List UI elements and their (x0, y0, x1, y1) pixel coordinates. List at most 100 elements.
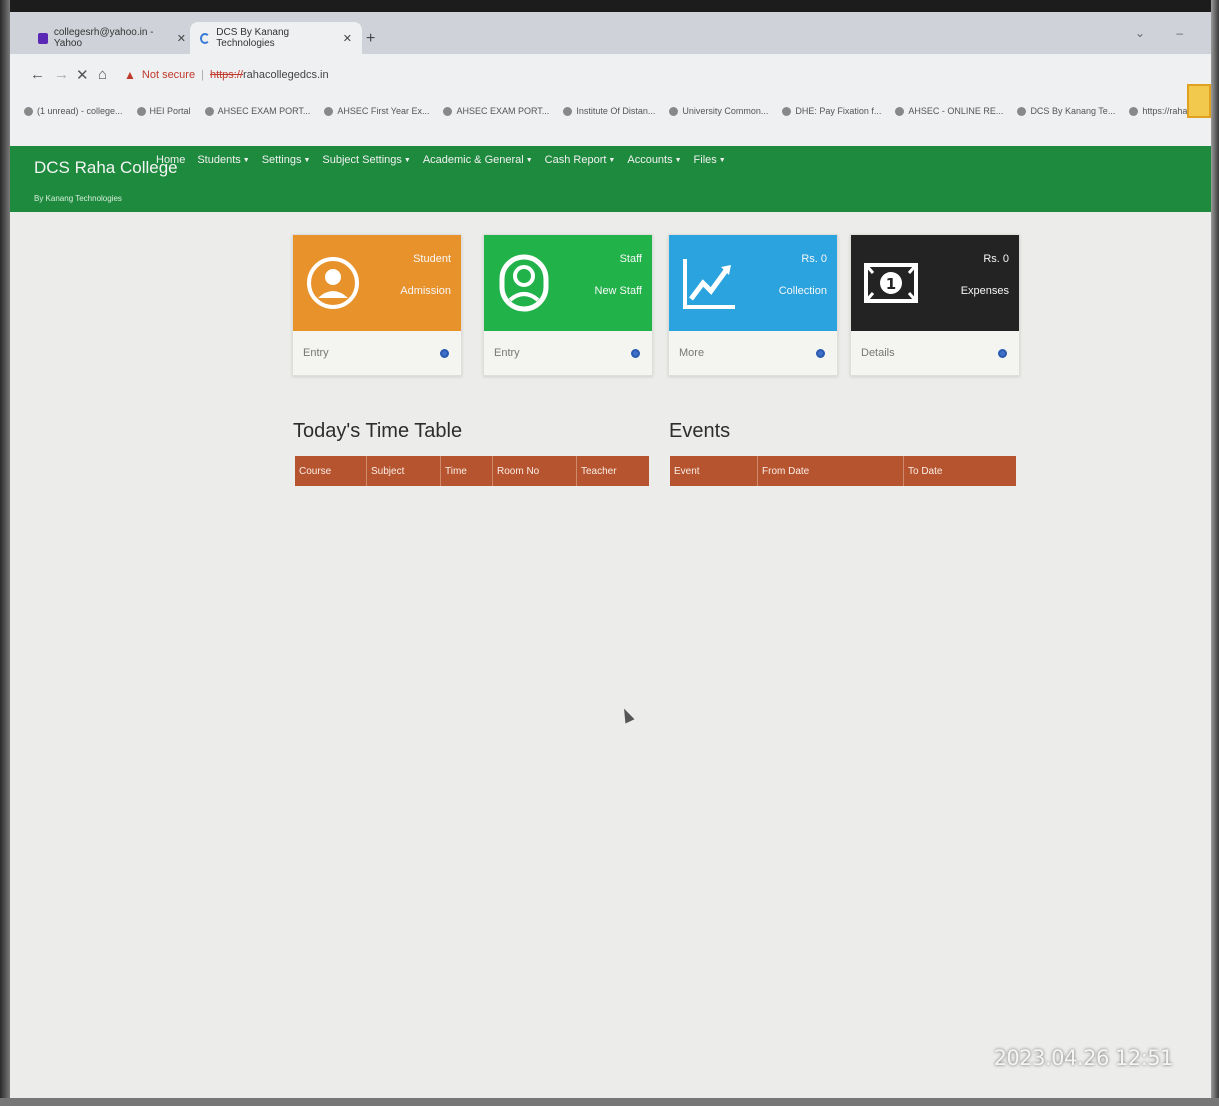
card-subtitle: Expenses (960, 285, 1009, 297)
card-footer-label[interactable]: More (679, 347, 704, 359)
bookmarks-bar: (1 unread) - college... HEI Portal AHSEC E… (10, 94, 1211, 146)
bookmark-item[interactable]: DCS By Kanang Te... (1017, 106, 1115, 116)
bookmark-item[interactable]: AHSEC EXAM PORT... (443, 106, 549, 116)
app-navbar: DCS Raha College By Kanang Technologies … (10, 146, 1211, 212)
card-footer-label[interactable]: Entry (303, 347, 329, 359)
bookmark-label: AHSEC EXAM PORT... (456, 106, 550, 116)
extension-icon[interactable] (1187, 84, 1211, 118)
svg-text:1: 1 (886, 275, 896, 293)
column-header[interactable]: To Date (904, 456, 1016, 486)
chevron-down-icon: ▼ (718, 156, 726, 164)
menu-item-accounts[interactable]: Accounts ▼ (627, 154, 681, 166)
user-icon (303, 247, 363, 319)
security-label[interactable]: Not secure (142, 69, 195, 81)
column-header[interactable]: Time (441, 456, 493, 486)
card-header: Student Admission (293, 235, 461, 331)
bookmark-favicon-icon (895, 106, 905, 116)
card-header: Staff New Staff (484, 235, 652, 331)
arrow-circle-icon[interactable] (440, 348, 449, 358)
card-expenses[interactable]: 1 Rs. 0 Expenses Details (850, 234, 1020, 376)
column-header[interactable]: Room No (493, 456, 577, 486)
tab-yahoo-mail[interactable]: collegesrh@yahoo.in - Yahoo ✕ (28, 22, 196, 54)
menu-item-files[interactable]: Files ▼ (694, 154, 726, 166)
bookmark-item[interactable]: University Common... (669, 106, 768, 116)
chevron-down-icon: ▼ (525, 156, 533, 164)
card-title: Staff (619, 253, 642, 265)
column-header[interactable]: Course (295, 456, 367, 486)
close-icon[interactable]: ✕ (177, 32, 186, 45)
column-header[interactable]: From Date (758, 456, 904, 486)
bookmark-label: University Common... (682, 106, 769, 116)
bookmark-favicon-icon (324, 106, 334, 116)
bookmark-item[interactable]: (1 unread) - college... (24, 106, 123, 116)
column-header[interactable]: Event (670, 456, 758, 486)
tab-strip: collegesrh@yahoo.in - Yahoo ✕ DCS By Kan… (10, 12, 1211, 54)
timetable-header: Course Subject Time Room No Teacher (295, 456, 649, 486)
chevron-down-icon: ▼ (242, 156, 250, 164)
bookmark-favicon-icon (24, 106, 33, 116)
card-collection[interactable]: Rs. 0 Collection More (668, 234, 838, 376)
menu-item-cash-report[interactable]: Cash Report ▼ (545, 154, 616, 166)
bookmark-label: AHSEC - ONLINE RE... (908, 106, 1004, 116)
photo-timestamp: 2023.04.26 12:51 (993, 1046, 1174, 1070)
bookmark-item[interactable]: AHSEC EXAM PORT... (204, 106, 310, 116)
arrow-circle-icon[interactable] (631, 348, 640, 358)
bookmark-item[interactable]: HEI Portal (136, 106, 191, 116)
bookmark-item[interactable]: Institute Of Distan... (563, 106, 655, 116)
chevron-down-icon: ▼ (303, 156, 311, 164)
trend-chart-icon (679, 247, 739, 319)
card-title: Rs. 0 (983, 253, 1009, 265)
main-menu: Home Students ▼ Settings ▼ Subject Settings ▼ A… (156, 154, 726, 166)
events-title: Events (669, 420, 731, 442)
menu-item-students[interactable]: Students ▼ (197, 154, 249, 166)
menu-item-settings[interactable]: Settings ▼ (262, 154, 311, 166)
bookmark-favicon-icon (1129, 106, 1139, 116)
new-tab-button[interactable]: + (366, 30, 375, 48)
card-staff[interactable]: Staff New Staff Entry (483, 234, 653, 376)
close-icon[interactable]: ✕ (343, 32, 352, 45)
url-scheme: https:// (209, 69, 243, 81)
menu-item-academic-general[interactable]: Academic & General ▼ (423, 154, 533, 166)
forward-icon[interactable]: → (54, 66, 69, 83)
home-icon[interactable]: ⌂ (98, 66, 107, 83)
tab-label: collegesrh@yahoo.in - Yahoo (53, 27, 154, 49)
card-student-admission[interactable]: Student Admission Entry (292, 234, 462, 376)
card-footer[interactable]: Entry (293, 331, 461, 375)
card-header: 1 Rs. 0 Expenses (851, 235, 1019, 331)
tab-dcs[interactable]: DCS By Kanang Technologies ✕ (190, 22, 362, 54)
address-bar[interactable]: ▲ Not secure | https://rahacollegedcs.in (120, 62, 1140, 88)
menu-item-label: Home (156, 154, 186, 166)
bookmark-item[interactable]: AHSEC - ONLINE RE... (895, 106, 1003, 116)
arrow-circle-icon[interactable] (998, 348, 1007, 358)
bookmark-label: DHE: Pay Fixation f... (795, 106, 882, 116)
loading-icon (200, 32, 211, 44)
window-controls[interactable]: ⌄ – (1135, 26, 1197, 40)
card-subtitle: Collection (778, 285, 827, 297)
bookmark-favicon-icon (204, 106, 214, 116)
arrow-circle-icon[interactable] (816, 348, 825, 358)
bookmark-label: DCS By Kanang Te... (1030, 106, 1116, 116)
menu-item-label: Files (693, 154, 717, 166)
warning-icon: ▲ (124, 68, 136, 82)
card-footer[interactable]: Details (851, 331, 1019, 375)
column-header[interactable]: Teacher (577, 456, 649, 486)
back-icon[interactable]: ← (30, 66, 45, 83)
card-header: Rs. 0 Collection (669, 235, 837, 331)
column-header[interactable]: Subject (367, 456, 441, 486)
tab-label: DCS By Kanang Technologies (216, 27, 290, 49)
card-subtitle: New Staff (594, 285, 643, 297)
card-footer[interactable]: More (669, 331, 837, 375)
menu-item-label: Settings (261, 154, 302, 166)
stop-icon[interactable]: ✕ (76, 66, 89, 84)
menu-item-subject-settings[interactable]: Subject Settings ▼ (322, 154, 410, 166)
mouse-cursor-icon (619, 706, 635, 724)
card-footer[interactable]: Entry (484, 331, 652, 375)
menu-item-label: Cash Report (544, 154, 607, 166)
menu-item-home[interactable]: Home (156, 154, 185, 166)
bookmark-label: HEI Portal (149, 106, 191, 116)
bookmark-item[interactable]: DHE: Pay Fixation f... (782, 106, 881, 116)
bookmark-item[interactable]: AHSEC First Year Ex... (324, 106, 429, 116)
card-footer-label[interactable]: Details (861, 347, 895, 359)
card-footer-label[interactable]: Entry (494, 347, 520, 359)
monitor-bezel-bottom (0, 1098, 1219, 1106)
